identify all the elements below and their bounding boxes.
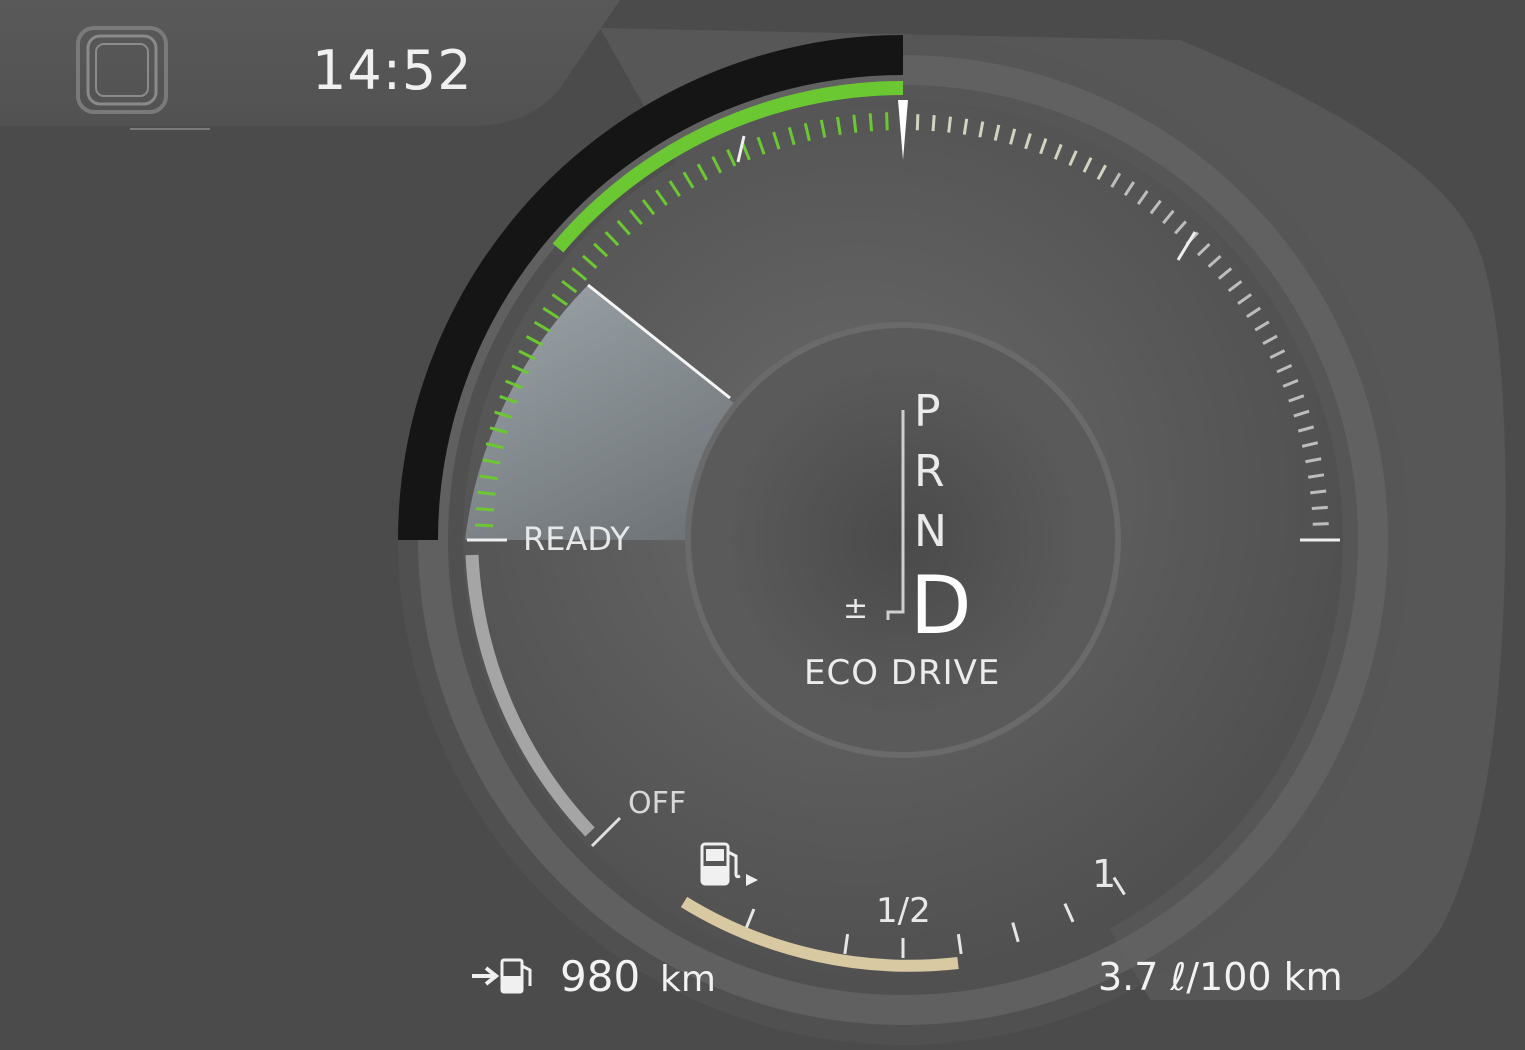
fuel-full-label: 1: [1092, 852, 1117, 896]
fuel-consumption: 3.7 ℓ/100 km: [1098, 955, 1343, 999]
power-tick: [476, 507, 495, 512]
power-scale-tick: [1310, 489, 1327, 495]
range-to-empty-icon: [472, 958, 532, 994]
gear-d-selected: D: [910, 559, 972, 652]
range-unit: km: [660, 959, 716, 1000]
ready-label: READY: [523, 520, 630, 558]
drive-mode-label: ECO DRIVE: [804, 653, 1001, 693]
power-tick: [477, 490, 496, 496]
clock: 14:52: [312, 39, 473, 102]
power-scale-tick: [931, 115, 936, 132]
power-scale-tick: [947, 116, 952, 133]
instrument-cluster-background: [0, 0, 1506, 1045]
off-label: OFF: [628, 786, 687, 821]
power-tick: [868, 113, 874, 132]
power-scale-tick: [1311, 505, 1328, 511]
gear-n: N: [914, 506, 947, 557]
power-scale-tick: [1312, 522, 1329, 526]
gear-p: P: [914, 386, 941, 437]
power-tick: [475, 523, 494, 528]
power-scale-tick: [915, 114, 920, 131]
app-view-icon[interactable]: [74, 24, 170, 116]
gear-r: R: [914, 446, 945, 497]
manual-shift-symbol: ±: [843, 591, 869, 626]
power-tick: [885, 112, 889, 131]
fuel-pump-icon: [700, 842, 758, 886]
range-value: 980: [560, 952, 641, 1001]
fuel-half-label: 1/2: [876, 891, 931, 931]
power-tick: [852, 114, 858, 133]
